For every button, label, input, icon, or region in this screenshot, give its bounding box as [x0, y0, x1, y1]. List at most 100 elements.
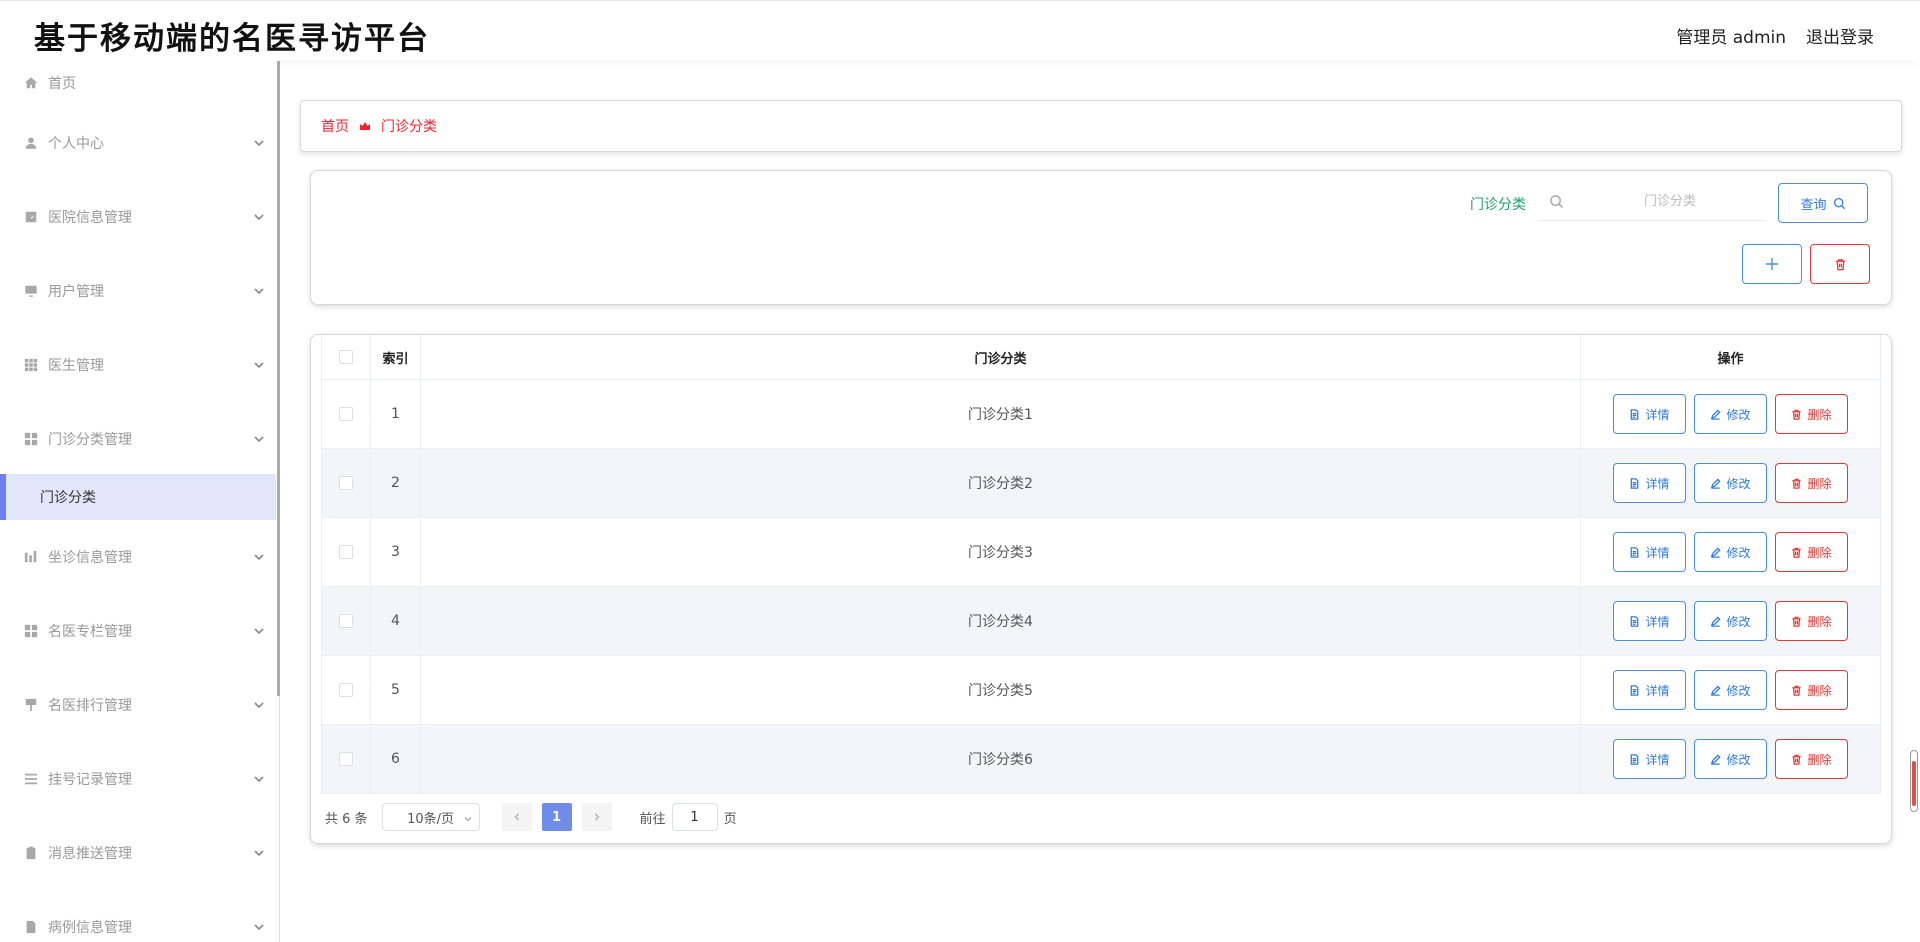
row-check-cell — [321, 518, 371, 586]
row-checkbox[interactable] — [339, 683, 353, 697]
file-icon — [24, 920, 38, 934]
data-table: 索引 门诊分类 操作 1 门诊分类1 详情 修改 删除 2 门诊分类2 详情 修… — [321, 335, 1881, 794]
chevron-down-icon — [252, 772, 266, 786]
row-name: 门诊分类2 — [421, 449, 1581, 517]
edit-button[interactable]: 修改 — [1694, 532, 1767, 572]
delete-button[interactable]: 删除 — [1775, 601, 1848, 641]
document-icon — [1631, 684, 1639, 696]
page-size-select[interactable]: 10条/页 — [381, 803, 480, 831]
detail-button[interactable]: 详情 — [1613, 394, 1686, 434]
next-page-button[interactable] — [581, 803, 612, 831]
row-check-cell — [321, 656, 371, 724]
list-icon — [24, 772, 38, 786]
search-icon — [1549, 194, 1564, 209]
sidebar-item-home[interactable]: 首页 — [0, 63, 276, 103]
delete-button-label: 删除 — [1807, 614, 1832, 629]
sidebar-item-label: 挂号记录管理 — [48, 772, 132, 788]
select-all-checkbox[interactable] — [339, 350, 353, 364]
pagination: 共 6 条 10条/页 1 前往 页 — [325, 803, 737, 831]
edit-button[interactable]: 修改 — [1694, 394, 1767, 434]
page-size-value: 10条/页 — [407, 811, 455, 827]
sidebar-item-personal-center[interactable]: 个人中心 — [0, 123, 276, 163]
delete-button[interactable]: 删除 — [1775, 394, 1848, 434]
delete-button[interactable]: 删除 — [1775, 463, 1848, 503]
delete-button[interactable]: 删除 — [1775, 739, 1848, 779]
sidebar-item-user-mgmt[interactable]: 用户管理 — [0, 271, 276, 311]
sidebar-item-label: 个人中心 — [48, 136, 104, 152]
row-index: 1 — [371, 380, 421, 448]
edit-button[interactable]: 修改 — [1694, 601, 1767, 641]
chevron-right-icon — [594, 813, 600, 821]
delete-button-label: 删除 — [1807, 752, 1832, 767]
pencil-icon — [1711, 615, 1722, 627]
edit-button[interactable]: 修改 — [1694, 670, 1767, 710]
document-icon — [1631, 546, 1639, 558]
sidebar-item-doctor-mgmt[interactable]: 医生管理 — [0, 345, 276, 385]
sidebar-item-consult-info[interactable]: 坐诊信息管理 — [0, 537, 276, 577]
scrollbar-thumb[interactable] — [1912, 761, 1916, 806]
sidebar-item-label: 门诊分类管理 — [48, 432, 132, 448]
row-checkbox[interactable] — [339, 614, 353, 628]
detail-button[interactable]: 详情 — [1613, 739, 1686, 779]
add-button[interactable] — [1742, 244, 1802, 284]
chevron-down-icon — [252, 846, 266, 860]
sidebar-item-registration-records[interactable]: 挂号记录管理 — [0, 759, 276, 799]
chevron-left-icon — [513, 813, 519, 821]
search-input[interactable] — [1538, 183, 1766, 221]
delete-button[interactable]: 删除 — [1775, 670, 1848, 710]
detail-button[interactable]: 详情 — [1613, 532, 1686, 572]
sidebar-item-label: 名医专栏管理 — [48, 624, 132, 640]
detail-button-label: 详情 — [1645, 476, 1670, 491]
page-scrollbar[interactable] — [1910, 750, 1918, 812]
sidebar-item-doctor-ranking[interactable]: 名医排行管理 — [0, 685, 276, 725]
row-checkbox[interactable] — [339, 476, 353, 490]
detail-button[interactable]: 详情 — [1613, 670, 1686, 710]
sidebar-subitem-clinic-category[interactable]: 门诊分类 — [0, 474, 276, 520]
row-name: 门诊分类4 — [421, 587, 1581, 655]
edit-button-label: 修改 — [1726, 614, 1751, 629]
monitor-icon — [24, 284, 38, 298]
chevron-down-icon — [252, 358, 266, 372]
sidebar-item-famous-doctor-column[interactable]: 名医专栏管理 — [0, 611, 276, 651]
sidebar-item-case-info[interactable]: 病例信息管理 — [0, 907, 276, 942]
chevron-down-icon — [252, 550, 266, 564]
logout-link[interactable]: 退出登录 — [1806, 23, 1874, 48]
column-header-index: 索引 — [371, 335, 421, 379]
table-header-row: 索引 门诊分类 操作 — [321, 335, 1881, 380]
trash-icon — [1792, 547, 1802, 558]
detail-button[interactable]: 详情 — [1613, 463, 1686, 503]
edit-button-label: 修改 — [1726, 407, 1751, 422]
chevron-down-icon — [252, 624, 266, 638]
page-number-current[interactable]: 1 — [541, 803, 572, 831]
row-actions: 详情 修改 删除 — [1581, 587, 1881, 655]
pencil-icon — [1711, 684, 1722, 696]
row-index: 3 — [371, 518, 421, 586]
row-check-cell — [321, 449, 371, 517]
row-index: 5 — [371, 656, 421, 724]
row-checkbox[interactable] — [339, 407, 353, 421]
breadcrumb: 首页 门诊分类 — [300, 100, 1902, 152]
chevron-down-icon — [252, 136, 266, 150]
column-header-name: 门诊分类 — [421, 335, 1581, 379]
pencil-icon — [1711, 477, 1722, 489]
row-checkbox[interactable] — [339, 752, 353, 766]
sidebar-item-hospital-info[interactable]: 医院信息管理 — [0, 197, 276, 237]
row-checkbox[interactable] — [339, 545, 353, 559]
prev-page-button[interactable] — [501, 803, 532, 831]
batch-delete-button[interactable] — [1810, 244, 1870, 284]
sidebar-item-message-push[interactable]: 消息推送管理 — [0, 833, 276, 873]
row-actions: 详情 修改 删除 — [1581, 518, 1881, 586]
current-user: 管理员 admin — [1676, 28, 1786, 48]
detail-button[interactable]: 详情 — [1613, 601, 1686, 641]
sidebar-item-clinic-category-mgmt[interactable]: 门诊分类管理 — [0, 419, 276, 459]
edit-button[interactable]: 修改 — [1694, 463, 1767, 503]
query-button[interactable]: 查询 — [1778, 183, 1868, 223]
edit-button[interactable]: 修改 — [1694, 739, 1767, 779]
table-row: 6 门诊分类6 详情 修改 删除 — [321, 725, 1881, 794]
breadcrumb-home-link[interactable]: 首页 — [321, 116, 349, 136]
sidebar-scrollbar[interactable] — [277, 61, 280, 696]
row-name: 门诊分类6 — [421, 725, 1581, 793]
document-icon — [1631, 615, 1639, 627]
goto-page-input[interactable] — [671, 803, 718, 831]
delete-button[interactable]: 删除 — [1775, 532, 1848, 572]
